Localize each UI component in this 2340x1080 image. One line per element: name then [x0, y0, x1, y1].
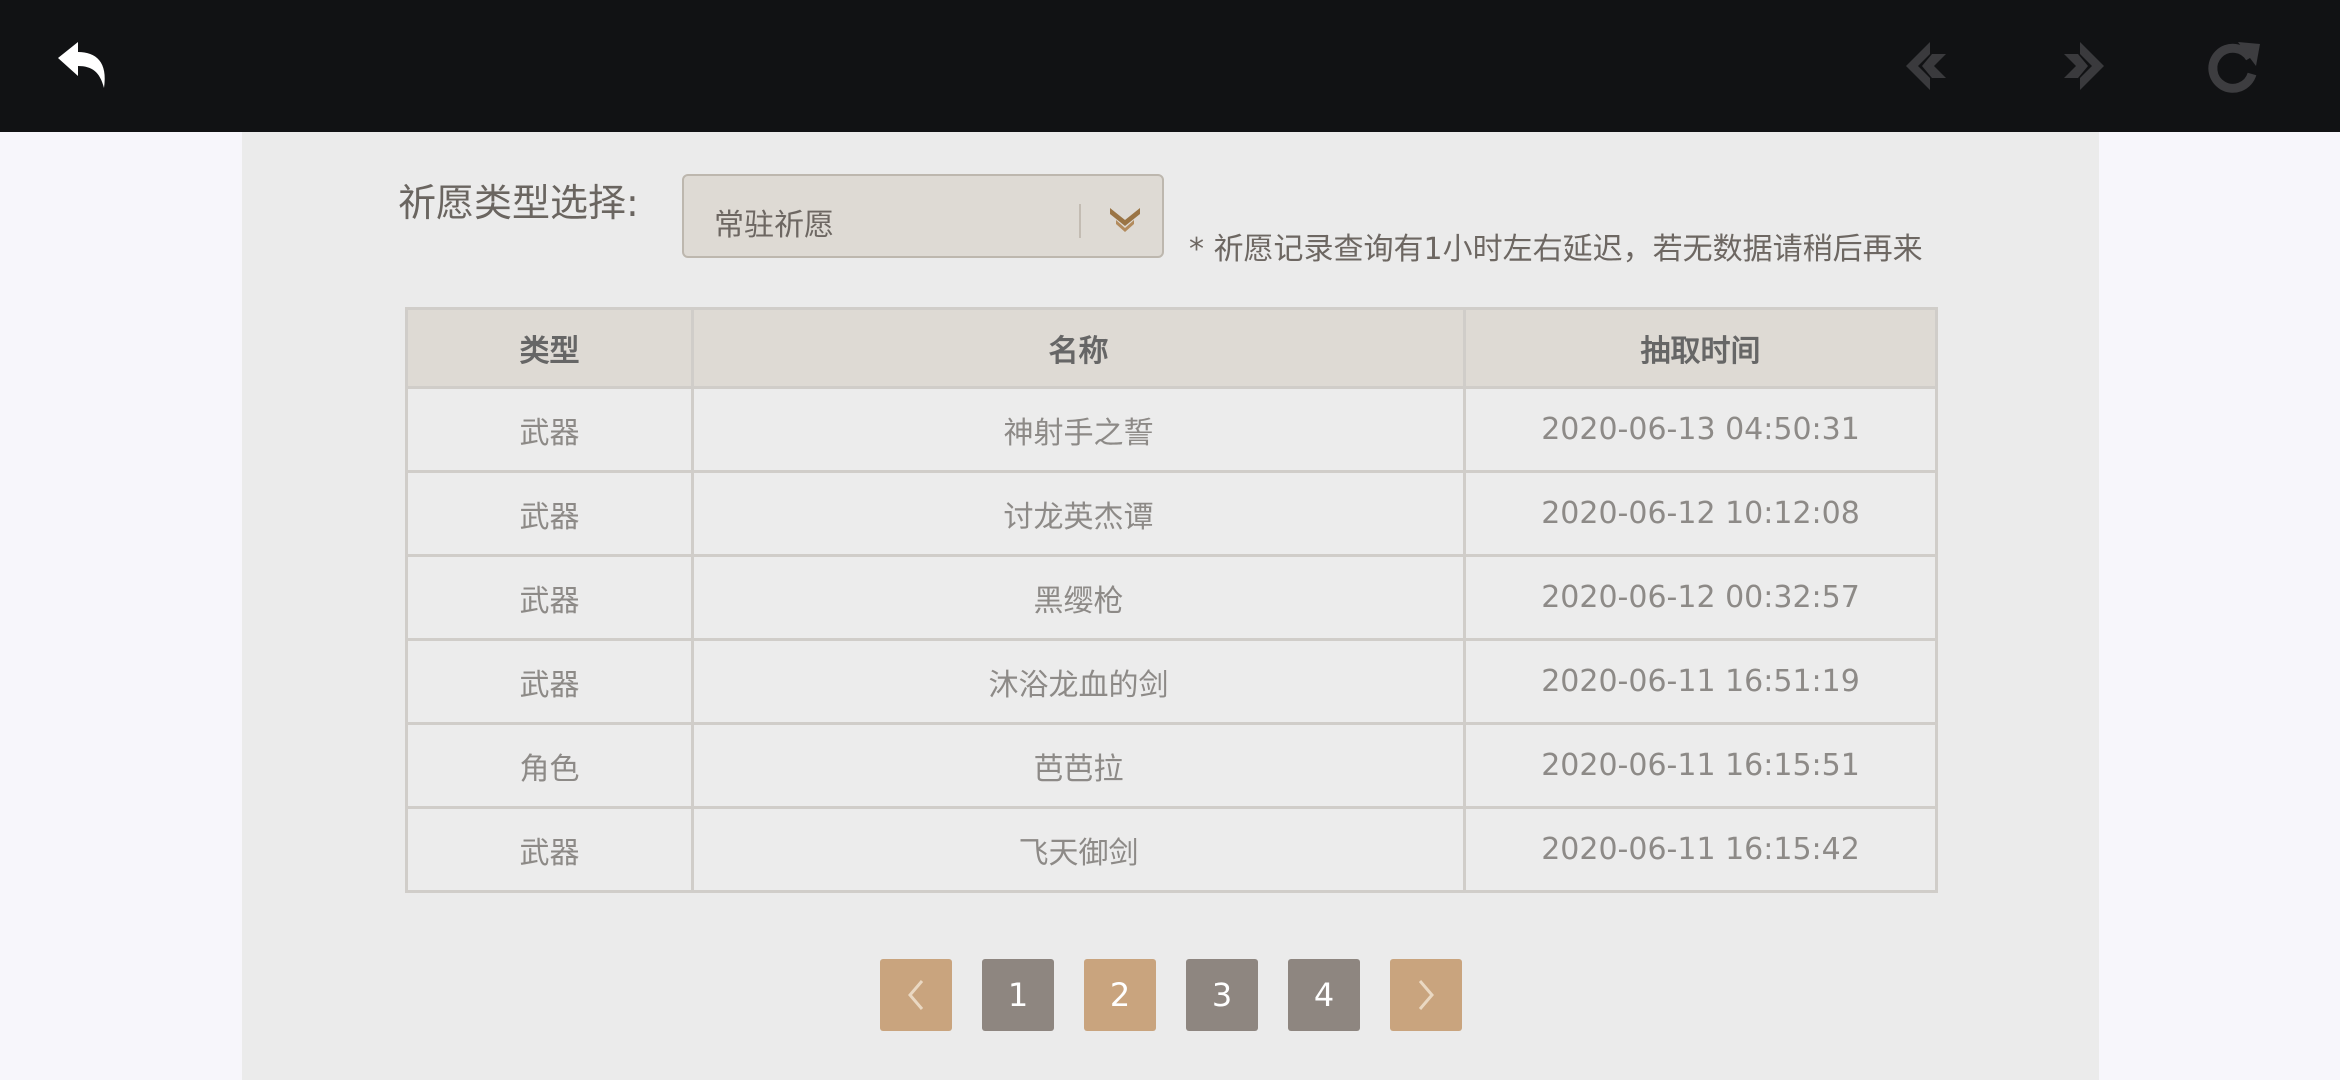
- cell-time: 2020-06-11 16:51:19: [1463, 638, 1938, 725]
- nav-back-icon[interactable]: [1900, 38, 1960, 94]
- cell-type: 武器: [405, 638, 694, 725]
- cell-type: 武器: [405, 386, 694, 473]
- table-row: 武器 神射手之誓 2020-06-13 04:50:31: [405, 386, 1938, 473]
- wish-history-table: 类型 名称 抽取时间 武器 神射手之誓 2020-06-13 04:50:31 …: [405, 307, 1938, 893]
- table-row: 武器 讨龙英杰谭 2020-06-12 10:12:08: [405, 470, 1938, 557]
- cell-time: 2020-06-13 04:50:31: [1463, 386, 1938, 473]
- cell-type: 武器: [405, 554, 694, 641]
- wish-type-selected: 常驻祈愿: [714, 208, 834, 243]
- cell-name: 神射手之誓: [691, 386, 1466, 473]
- cell-name: 讨龙英杰谭: [691, 470, 1466, 557]
- cell-name: 沐浴龙血的剑: [691, 638, 1466, 725]
- table-row: 武器 飞天御剑 2020-06-11 16:15:42: [405, 806, 1938, 893]
- reload-icon[interactable]: [2200, 36, 2264, 96]
- prev-page-button[interactable]: [880, 959, 952, 1031]
- cell-type: 武器: [405, 470, 694, 557]
- delay-notice: * 祈愿记录查询有1小时左右延迟，若无数据请稍后再来: [1189, 232, 1923, 267]
- cell-name: 黑缨枪: [691, 554, 1466, 641]
- cell-time: 2020-06-12 00:32:57: [1463, 554, 1938, 641]
- back-arrow-icon[interactable]: [52, 36, 112, 96]
- next-page-button[interactable]: [1390, 959, 1462, 1031]
- cell-type: 武器: [405, 806, 694, 893]
- pagination: 1 2 3 4: [242, 959, 2099, 1031]
- cell-time: 2020-06-12 10:12:08: [1463, 470, 1938, 557]
- page-button-1[interactable]: 1: [982, 959, 1054, 1031]
- chevron-right-icon: [1418, 980, 1434, 1010]
- dropdown-divider: [1079, 204, 1081, 238]
- cell-time: 2020-06-11 16:15:51: [1463, 722, 1938, 809]
- column-header-time: 抽取时间: [1463, 307, 1938, 389]
- chevron-down-icon: [1110, 208, 1140, 232]
- table-row: 武器 黑缨枪 2020-06-12 00:32:57: [405, 554, 1938, 641]
- page-button-3[interactable]: 3: [1186, 959, 1258, 1031]
- table-row: 武器 沐浴龙血的剑 2020-06-11 16:51:19: [405, 638, 1938, 725]
- nav-forward-icon[interactable]: [2050, 38, 2110, 94]
- column-header-type: 类型: [405, 307, 694, 389]
- wish-type-dropdown[interactable]: 常驻祈愿: [682, 174, 1164, 258]
- page-button-4[interactable]: 4: [1288, 959, 1360, 1031]
- page-button-2[interactable]: 2: [1084, 959, 1156, 1031]
- top-toolbar: [0, 0, 2340, 132]
- table-row: 角色 芭芭拉 2020-06-11 16:15:51: [405, 722, 1938, 809]
- wish-type-label: 祈愿类型选择:: [398, 181, 639, 225]
- wish-history-panel: 祈愿类型选择: 常驻祈愿 * 祈愿记录查询有1小时左右延迟，若无数据请稍后再来 …: [242, 132, 2099, 1080]
- cell-name: 飞天御剑: [691, 806, 1466, 893]
- cell-time: 2020-06-11 16:15:42: [1463, 806, 1938, 893]
- column-header-name: 名称: [691, 307, 1466, 389]
- chevron-left-icon: [908, 980, 924, 1010]
- cell-type: 角色: [405, 722, 694, 809]
- cell-name: 芭芭拉: [691, 722, 1466, 809]
- table-header-row: 类型 名称 抽取时间: [405, 307, 1938, 389]
